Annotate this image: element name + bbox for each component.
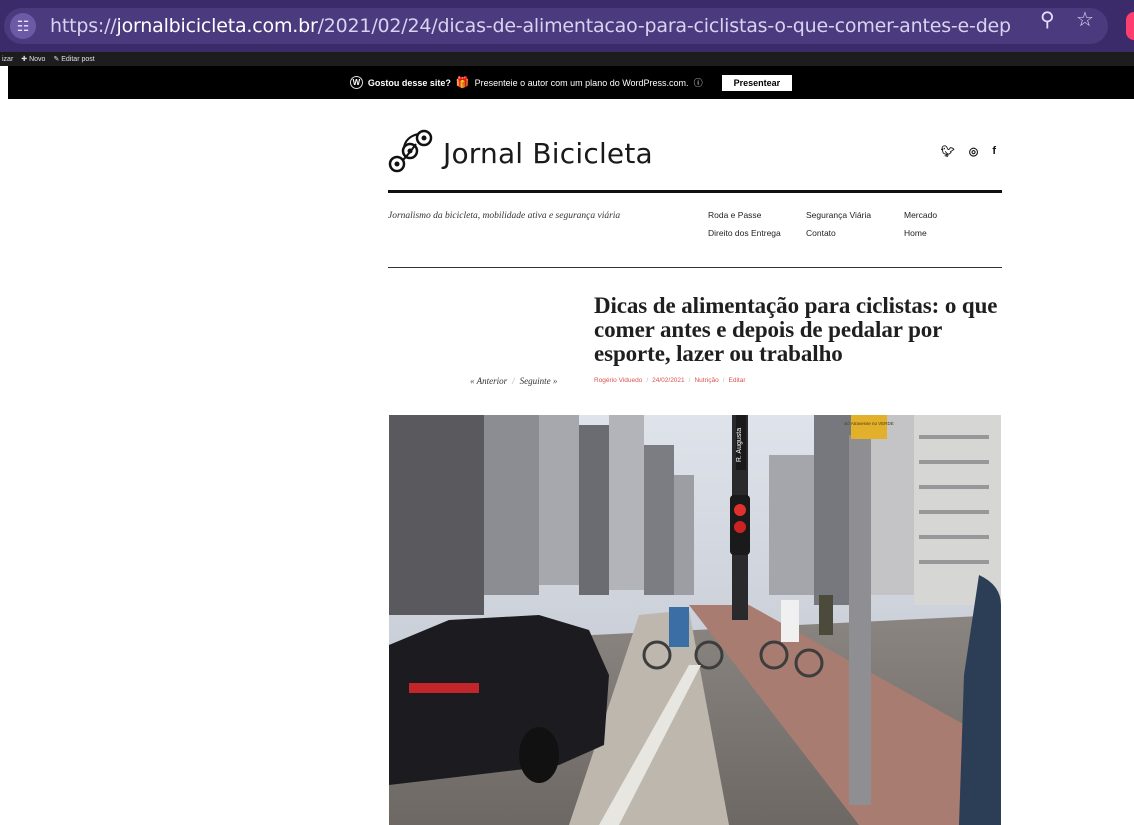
instagram-icon[interactable]: ◎ (969, 145, 979, 158)
gift-banner-title: Gostou desse site? (367, 77, 451, 88)
site-tagline: Jornalismo da bicicleta, mobilidade ativ… (388, 211, 621, 221)
main-menu: Roda e Passe Segurança Viária Mercado Di… (708, 210, 974, 238)
menu-item-home[interactable]: Home (904, 228, 974, 238)
help-icon[interactable]: ⓘ (694, 76, 703, 89)
admin-bar-new[interactable]: ✚ Novo (21, 55, 45, 63)
menu-item-contato[interactable]: Contato (806, 228, 904, 238)
street-photo: R. Augusta Só Atravesse no VERDE (389, 415, 1001, 825)
post-title: Dicas de alimentação para ciclistas: o q… (594, 293, 998, 366)
next-post-link[interactable]: Seguinte » (520, 376, 558, 386)
bicycle-chain-logo-icon[interactable] (388, 129, 436, 175)
gift-icon: 🎁 (455, 77, 470, 89)
site-info-icon[interactable]: ☷ (10, 13, 36, 39)
previous-post-link[interactable]: « Anterior (470, 376, 507, 386)
meta-separator: / (722, 377, 725, 384)
header-divider (388, 267, 1002, 268)
post-edit-link[interactable]: Editar (729, 377, 746, 384)
gift-banner-text: Presenteie o autor com um plano do WordP… (474, 77, 689, 88)
twitter-icon[interactable]: 🐦︎ (941, 145, 955, 158)
social-links: 🐦︎ ◎ f (941, 145, 996, 158)
facebook-icon[interactable]: f (992, 145, 996, 158)
menu-item-seguranca-viaria[interactable]: Segurança Viária (806, 210, 904, 220)
post-meta: Rogério Viduedo / 24/02/2021 / Nutrição … (594, 377, 746, 384)
wordpress-logo-icon: W (349, 76, 363, 89)
menu-item-direito-dos-entrega[interactable]: Direito dos Entrega (708, 228, 806, 238)
address-bar[interactable]: ☷ https://jornalbicicleta.com.br/2021/02… (4, 8, 1108, 44)
post-author-link[interactable]: Rogério Viduedo (594, 377, 642, 384)
menu-item-roda-e-passe[interactable]: Roda e Passe (708, 210, 806, 220)
menu-item-mercado[interactable]: Mercado (904, 210, 974, 220)
bookmark-star-icon[interactable]: ☆ (1076, 7, 1094, 32)
wp-admin-bar: izar ✚ Novo ✎ Editar post (0, 52, 1134, 66)
nav-separator: / (512, 376, 515, 386)
zoom-icon[interactable]: ⚲ (1040, 7, 1055, 32)
meta-separator: / (688, 377, 691, 384)
post-category-link[interactable]: Nutrição (694, 377, 718, 384)
site-title[interactable]: Jornal Bicicleta (443, 137, 653, 170)
profile-avatar[interactable] (1126, 12, 1134, 40)
gift-button[interactable]: Presentear (721, 74, 793, 91)
gift-banner: W Gostou desse site? 🎁 Presenteie o auto… (8, 66, 1134, 99)
browser-toolbar: ☷ https://jornalbicicleta.com.br/2021/02… (0, 0, 1134, 52)
post-navigation: « Anterior / Seguinte » (470, 376, 557, 386)
url-text[interactable]: https://jornalbicicleta.com.br/2021/02/2… (50, 15, 1010, 37)
meta-separator: / (646, 377, 649, 384)
post-date-link[interactable]: 24/02/2021 (652, 377, 685, 384)
featured-image: R. Augusta Só Atravesse no VERDE (389, 415, 1001, 825)
admin-bar-edit-post[interactable]: ✎ Editar post (53, 55, 94, 63)
street-sign-text: R. Augusta (736, 428, 743, 462)
site-header: Jornal Bicicleta 🐦︎ ◎ f (388, 125, 1002, 193)
admin-bar-customize[interactable]: izar (2, 56, 13, 63)
crosswalk-sign-text: Só Atravesse no VERDE (844, 421, 894, 426)
